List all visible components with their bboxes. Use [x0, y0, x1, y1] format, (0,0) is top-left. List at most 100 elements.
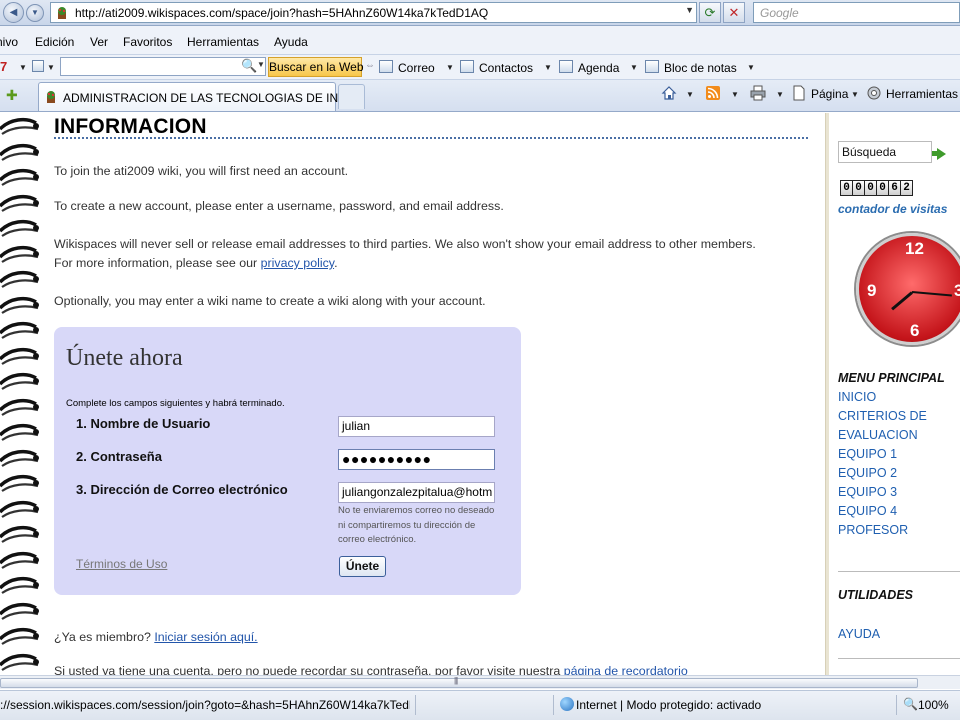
tab-bar: ✚ ADMINISTRACION DE LAS TECNOLOGIAS DE I… — [0, 80, 960, 112]
print-dropdown-icon[interactable]: ▼ — [776, 90, 784, 99]
counter-digit: 2 — [901, 181, 912, 195]
zoom-level[interactable]: 100% — [918, 698, 949, 712]
zoom-magnifier-icon[interactable]: 🔍 — [903, 697, 918, 711]
toolbar-options-icon[interactable] — [32, 60, 44, 72]
email-input[interactable]: juliangonzalezpitalua@hotm — [338, 482, 495, 503]
home-icon[interactable] — [661, 85, 677, 101]
notepad-dropdown-icon[interactable]: ▼ — [747, 63, 755, 72]
login-link[interactable]: Iniciar sesión aquí. — [154, 630, 257, 644]
google-search-placeholder: Google — [760, 6, 799, 20]
sidebar-item-equipo-2[interactable]: EQUIPO 2 — [838, 466, 897, 480]
tab-active[interactable]: ADMINISTRACION DE LAS TECNOLOGIAS DE INF… — [38, 82, 354, 111]
password-reminder-link[interactable]: página de recordatorio — [564, 664, 688, 675]
sidebar-divider-line — [838, 571, 960, 572]
join-subtitle: Complete los campos siguientes y habrá t… — [66, 398, 285, 409]
join-submit-button[interactable]: Únete — [339, 556, 386, 577]
main-menu-title: MENU PRINCIPAL — [838, 371, 945, 385]
clock-number-12: 12 — [905, 239, 924, 258]
intro-paragraph: To join the ati2009 wiki, you will first… — [54, 164, 349, 178]
rss-feed-icon[interactable] — [705, 85, 721, 101]
spiral-ring-icon — [0, 551, 39, 569]
agenda-dropdown-icon[interactable]: ▼ — [630, 63, 638, 72]
tools-menu[interactable]: Herramientas — [886, 87, 958, 101]
heading-divider — [54, 137, 808, 139]
home-dropdown-icon[interactable]: ▼ — [686, 90, 694, 99]
page-menu[interactable]: Página — [811, 87, 848, 101]
status-link-url: ://session.wikispaces.com/session/join?g… — [0, 698, 410, 712]
toolbar-agenda[interactable]: Agenda — [578, 61, 619, 75]
mail-dropdown-icon[interactable]: ▼ — [446, 63, 454, 72]
spiral-ring-icon — [0, 321, 39, 339]
url-text: http://ati2009.wikispaces.com/space/join… — [75, 6, 489, 20]
url-field[interactable]: http://ati2009.wikispaces.com/space/join… — [50, 2, 697, 23]
toolbar-options-dropdown-icon[interactable]: ▼ — [47, 63, 55, 72]
web-search-button[interactable]: Buscar en la Web — [268, 57, 364, 77]
counter-digit: 0 — [853, 181, 864, 195]
clock-number-9: 9 — [867, 281, 877, 300]
clock-minute-hand — [911, 291, 952, 297]
sidebar-search-input[interactable]: Búsqueda — [838, 141, 932, 163]
utilities-title: UTILIDADES — [838, 588, 913, 602]
magnifier-icon[interactable]: 🔍 — [241, 58, 257, 74]
sidebar-item-ayuda[interactable]: AYUDA — [838, 627, 880, 641]
page-menu-dropdown-icon[interactable]: ▼ — [851, 90, 859, 99]
recent-pages-dropdown[interactable]: ▼ — [26, 4, 44, 22]
sidebar-item-evaluacion[interactable]: EVALUACION — [838, 428, 918, 442]
password-input[interactable]: ●●●●●●●●●● — [338, 449, 495, 470]
clock-hour-hand — [891, 291, 913, 311]
google-search-input[interactable]: Google — [753, 2, 960, 23]
sidebar-item-criterios[interactable]: CRITERIOS DE — [838, 409, 927, 423]
username-input[interactable]: julian — [338, 416, 495, 437]
print-icon[interactable] — [750, 85, 766, 101]
menu-ayuda[interactable]: Ayuda — [274, 35, 308, 49]
privacy-policy-link[interactable]: privacy policy — [261, 256, 334, 270]
join-form-panel: Únete ahora Complete los campos siguient… — [54, 327, 521, 595]
toolbar-logo-icon[interactable]: 7 — [0, 59, 7, 74]
sidebar: Búsqueda 0 0 0 0 6 2 contador de visitas… — [829, 113, 960, 675]
spiral-ring-icon — [0, 117, 39, 135]
security-zone-text[interactable]: Internet | Modo protegido: activado — [576, 698, 761, 712]
address-bar: ◀ ▼ http://ati2009.wikispaces.com/space/… — [0, 0, 960, 26]
scrollbar-thumb[interactable] — [0, 678, 918, 688]
join-title: Únete ahora — [66, 345, 183, 371]
sidebar-item-equipo-1[interactable]: EQUIPO 1 — [838, 447, 897, 461]
spiral-ring-icon — [0, 245, 39, 263]
tab-title: ADMINISTRACION DE LAS TECNOLOGIAS DE INF… — [63, 91, 355, 105]
refresh-icon[interactable]: ⟳ — [699, 2, 721, 23]
counter-digit: 0 — [877, 181, 888, 195]
menu-edicion[interactable]: Edición — [35, 35, 74, 49]
email-privacy-note: No te enviaremos correo no deseado ni co… — [338, 505, 495, 546]
menu-herramientas[interactable]: Herramientas — [187, 35, 259, 49]
spiral-ring-icon — [0, 168, 39, 186]
sidebar-item-equipo-3[interactable]: EQUIPO 3 — [838, 485, 897, 499]
search-go-arrow-icon[interactable] — [937, 148, 946, 160]
favorites-star-icon[interactable]: ✚ — [6, 87, 18, 104]
spiral-ring-icon — [0, 525, 39, 543]
toolbar-mail[interactable]: Correo — [398, 61, 435, 75]
stop-icon[interactable]: ✕ — [723, 2, 745, 23]
horizontal-scrollbar[interactable]: ||| — [0, 675, 960, 689]
sidebar-item-profesor[interactable]: PROFESOR — [838, 523, 908, 537]
toolbar-search-dropdown-icon[interactable]: ▼ — [257, 60, 265, 69]
menu-favoritos[interactable]: Favoritos — [123, 35, 172, 49]
spiral-ring-icon — [0, 449, 39, 467]
menu-ver[interactable]: Ver — [90, 35, 108, 49]
url-dropdown-icon[interactable]: ▼ — [685, 5, 694, 15]
toolbar-logo-dropdown-icon[interactable]: ▼ — [19, 63, 27, 72]
terms-of-use-link[interactable]: Términos de Uso — [76, 557, 167, 571]
sidebar-item-equipo-4[interactable]: EQUIPO 4 — [838, 504, 897, 518]
toolbar-search-input[interactable] — [60, 57, 266, 76]
toolbar-notepad[interactable]: Bloc de notas — [664, 61, 737, 75]
page-title: INFORMACION — [54, 115, 207, 138]
web-page: INFORMACION To join the ati2009 wiki, yo… — [0, 113, 960, 675]
menu-archivo[interactable]: nivo — [0, 35, 18, 49]
rss-dropdown-icon[interactable]: ▼ — [731, 90, 739, 99]
tab-favicon-icon — [47, 91, 55, 103]
visit-counter-label[interactable]: contador de visitas — [838, 202, 947, 216]
back-button[interactable]: ◀ — [3, 2, 24, 23]
toolbar-contacts[interactable]: Contactos — [479, 61, 533, 75]
sidebar-item-inicio[interactable]: INICIO — [838, 390, 876, 404]
privacy-paragraph: Wikispaces will never sell or release em… — [54, 237, 756, 251]
new-tab-button[interactable] — [338, 84, 365, 109]
contacts-dropdown-icon[interactable]: ▼ — [544, 63, 552, 72]
